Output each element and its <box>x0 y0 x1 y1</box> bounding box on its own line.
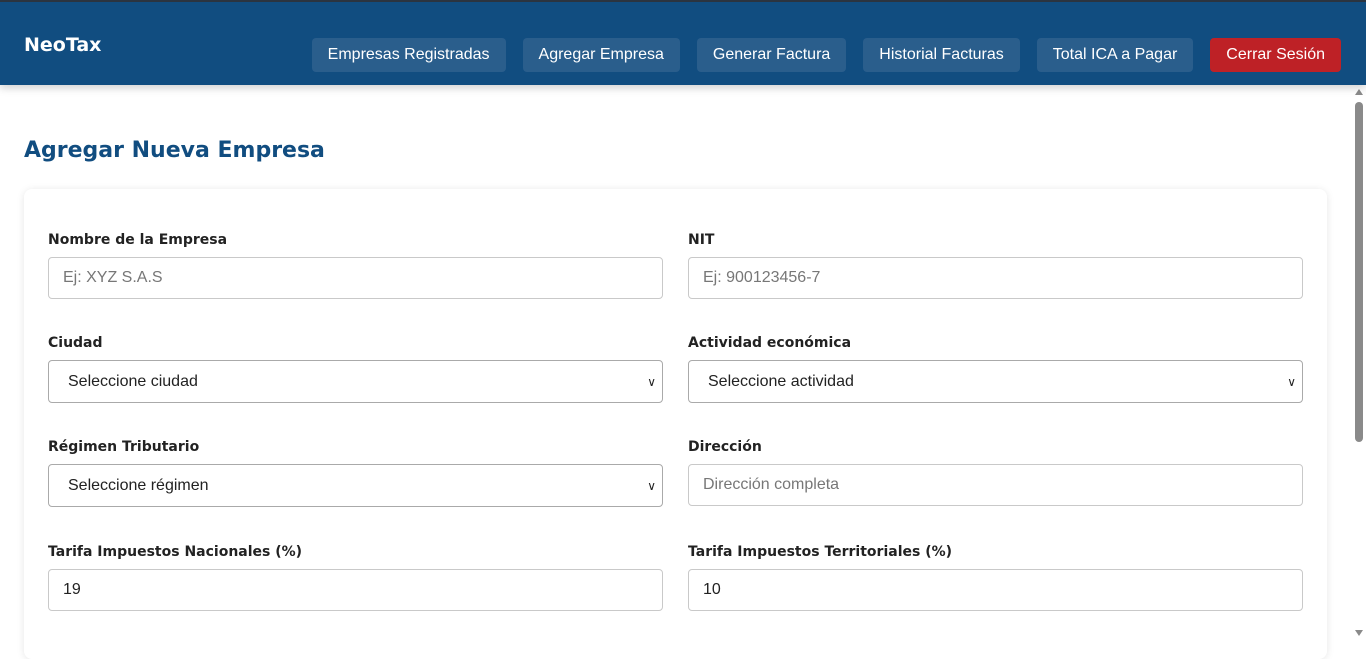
direccion-input[interactable]: Dirección completa <box>688 464 1303 506</box>
actividad-label: Actividad económica <box>688 335 852 351</box>
app-logo: NeoTax <box>24 34 102 56</box>
logout-button[interactable]: Cerrar Sesión <box>1210 38 1341 72</box>
company-form: Nombre de la Empresa Ej: XYZ S.A.S NIT E… <box>24 189 1327 659</box>
field-nombre: Nombre de la Empresa Ej: XYZ S.A.S <box>48 232 663 299</box>
ciudad-selected: Seleccione ciudad <box>68 372 198 390</box>
top-navbar: NeoTax Empresas Registradas Agregar Empr… <box>0 0 1366 85</box>
actividad-selected: Seleccione actividad <box>708 372 854 390</box>
nombre-label: Nombre de la Empresa <box>48 232 228 248</box>
nav-agregar-empresa[interactable]: Agregar Empresa <box>522 38 680 72</box>
nav-empresas-registradas[interactable]: Empresas Registradas <box>311 38 506 72</box>
regimen-select[interactable]: Seleccione régimen ∨ <box>48 464 663 507</box>
regimen-selected: Seleccione régimen <box>68 476 209 494</box>
field-ciudad: Ciudad Seleccione ciudad ∨ <box>48 335 663 403</box>
chevron-down-icon: ∨ <box>647 374 656 389</box>
tarifa-nacional-input[interactable]: 19 <box>48 569 663 611</box>
page-title: Agregar Nueva Empresa <box>24 138 325 163</box>
actividad-select[interactable]: Seleccione actividad ∨ <box>688 360 1303 403</box>
field-actividad: Actividad económica Seleccione actividad… <box>688 335 1303 403</box>
ciudad-select[interactable]: Seleccione ciudad ∨ <box>48 360 663 403</box>
field-regimen: Régimen Tributario Seleccione régimen ∨ <box>48 439 663 507</box>
nombre-input[interactable]: Ej: XYZ S.A.S <box>48 257 663 299</box>
scroll-up-arrow-icon[interactable] <box>1355 89 1363 95</box>
nav-generar-factura[interactable]: Generar Factura <box>696 38 847 72</box>
field-tarifa-territorial: Tarifa Impuestos Territoriales (%) 10 <box>688 544 1303 611</box>
ciudad-label: Ciudad <box>48 335 103 351</box>
nav-total-ica[interactable]: Total ICA a Pagar <box>1036 38 1194 72</box>
regimen-label: Régimen Tributario <box>48 439 200 455</box>
scroll-down-arrow-icon[interactable] <box>1355 630 1363 636</box>
nav-menu: Empresas Registradas Agregar Empresa Gen… <box>311 38 1341 72</box>
field-direccion: Dirección Dirección completa <box>688 439 1303 506</box>
tarifa-territorial-input[interactable]: 10 <box>688 569 1303 611</box>
tarifa-territorial-label: Tarifa Impuestos Territoriales (%) <box>688 544 953 560</box>
chevron-down-icon: ∨ <box>1287 374 1296 389</box>
field-tarifa-nacional: Tarifa Impuestos Nacionales (%) 19 <box>48 544 663 611</box>
nit-label: NIT <box>688 232 715 248</box>
direccion-label: Dirección <box>688 439 762 455</box>
nav-historial-facturas[interactable]: Historial Facturas <box>863 38 1020 72</box>
vertical-scrollbar[interactable] <box>1352 85 1366 640</box>
scrollbar-thumb[interactable] <box>1355 102 1363 442</box>
chevron-down-icon: ∨ <box>647 478 656 493</box>
field-nit: NIT Ej: 900123456-7 <box>688 232 1303 299</box>
nit-input[interactable]: Ej: 900123456-7 <box>688 257 1303 299</box>
tarifa-nacional-label: Tarifa Impuestos Nacionales (%) <box>48 544 303 560</box>
